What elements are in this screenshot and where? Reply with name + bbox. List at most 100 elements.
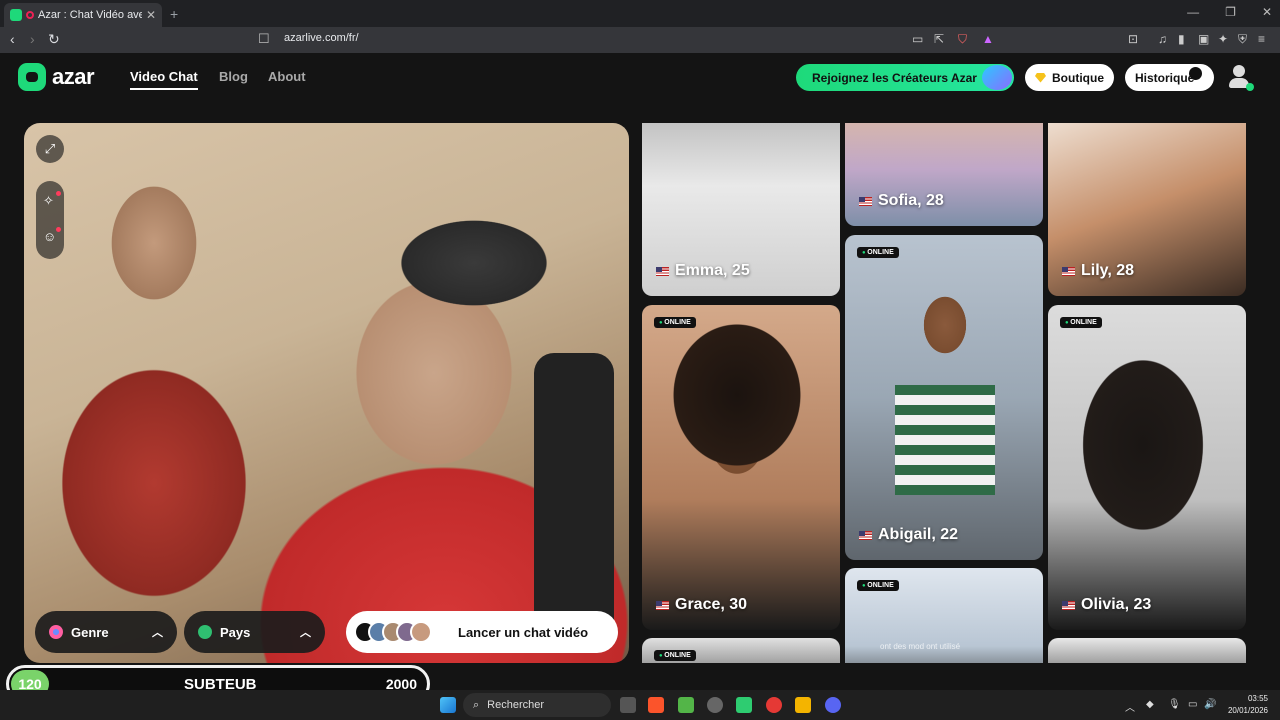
online-badge: ONLINE — [654, 650, 696, 661]
maximize-icon[interactable]: ❐ — [1225, 5, 1236, 19]
gender-filter[interactable]: Genre ︿ — [35, 611, 177, 653]
profile-card[interactable]: Lily, 28 — [1048, 123, 1246, 296]
profile-card[interactable]: ONLINE Olivia, 23 — [1048, 305, 1246, 630]
country-label: Pays — [220, 624, 251, 640]
nav-blog[interactable]: Blog — [219, 69, 248, 84]
new-tab-icon[interactable]: + — [170, 6, 178, 22]
browser-tab-bar: Azar : Chat Vidéo avec de no ✕ + — ❐ ✕ — [0, 0, 1280, 27]
globe-icon — [198, 625, 212, 639]
rewards-icon[interactable]: ▲ — [982, 32, 994, 46]
logo-text: azar — [52, 64, 95, 89]
wallet-icon[interactable]: ▣ — [1198, 32, 1209, 46]
expand-icon[interactable]: ⤢ — [36, 135, 64, 163]
tab-title: Azar : Chat Vidéo avec de no — [38, 9, 142, 21]
history-button[interactable]: Historique — [1125, 64, 1214, 91]
profile-card[interactable]: Sofia, 28 — [845, 123, 1043, 226]
url-field[interactable]: azarlive.com/fr/ — [284, 32, 359, 44]
taskbar-search[interactable]: ⌕ Rechercher — [463, 693, 611, 717]
obs-icon[interactable] — [707, 697, 723, 713]
us-flag-icon — [859, 530, 872, 540]
windows-start-icon[interactable] — [440, 697, 456, 713]
profile-avatar[interactable] — [1228, 65, 1254, 91]
app-icon[interactable] — [795, 697, 811, 713]
profile-card[interactable] — [1048, 638, 1246, 663]
close-tab-icon[interactable]: ✕ — [146, 8, 156, 22]
effects-toolbar: ✧ ☺ — [36, 181, 64, 259]
media-player-icon[interactable] — [766, 697, 782, 713]
music-icon[interactable]: ♫ — [1158, 32, 1167, 46]
window-controls: — ❐ ✕ — [1187, 5, 1272, 19]
join-creators-button[interactable]: Rejoignez les Créateurs Azar — [796, 64, 1014, 91]
azar-page: azar Video Chat Blog About Rejoignez les… — [0, 53, 1280, 690]
screenshot-icon[interactable]: ⊡ — [1128, 32, 1138, 46]
us-flag-icon — [859, 196, 872, 206]
profile-card[interactable]: ONLINE — [642, 638, 840, 663]
network-icon[interactable]: ▭ — [1188, 699, 1197, 710]
webcam-video: ⤢ ✧ ☺ — [24, 123, 629, 663]
volume-icon[interactable]: 🔊 — [1204, 699, 1216, 710]
profile-grid: Emma, 25 Sofia, 28 Lily, 28 ONLINE Grace… — [642, 123, 1246, 663]
date: 20/01/2026 — [1227, 706, 1268, 715]
us-flag-icon — [656, 266, 669, 276]
cast-icon[interactable]: ▭ — [912, 32, 923, 46]
profile-name: Emma, 25 — [656, 262, 750, 280]
caption-text: ont des mod ont utilisé — [880, 642, 961, 651]
notification-dot — [56, 227, 61, 232]
sidebar-icon[interactable]: ▮ — [1178, 32, 1185, 46]
nav-video-chat[interactable]: Video Chat — [130, 69, 198, 90]
bookmark-icon[interactable]: ☐ — [258, 31, 270, 47]
nav-about[interactable]: About — [268, 69, 306, 84]
avatar-head — [1233, 65, 1245, 77]
app-icon[interactable] — [678, 697, 694, 713]
app-icon[interactable] — [736, 697, 752, 713]
profile-card[interactable]: ONLINE Abigail, 22 — [845, 235, 1043, 560]
tray-app-icon[interactable]: ◆ — [1146, 699, 1154, 710]
azar-favicon-icon — [10, 9, 22, 21]
windows-taskbar: ⌕ Rechercher ︿ ◆ 🎙 ▭ 🔊 03:55 20/01/2026 — [0, 690, 1280, 720]
join-creators-label: Rejoignez les Créateurs Azar — [812, 70, 977, 85]
launch-label: Lancer un chat vidéo — [458, 624, 589, 640]
reload-icon[interactable]: ↻ — [48, 31, 60, 48]
avatar-stack — [354, 621, 440, 643]
magic-wand-icon[interactable]: ✧ — [43, 193, 54, 209]
vpn-icon[interactable]: ⛨ — [1238, 32, 1247, 47]
sticker-icon[interactable]: ☺ — [43, 229, 56, 244]
leo-icon[interactable]: ✦ — [1218, 32, 1228, 46]
taskbar-clock[interactable]: 03:55 20/01/2026 — [1228, 693, 1268, 717]
back-icon[interactable]: ‹ — [10, 31, 15, 47]
minimize-icon[interactable]: — — [1187, 5, 1199, 19]
diamond-icon — [1035, 72, 1046, 83]
online-badge: ONLINE — [857, 580, 899, 591]
brave-shield-icon[interactable]: ⛉ — [958, 32, 967, 47]
chevron-up-icon[interactable]: ︿ — [1125, 699, 1135, 714]
browser-tab[interactable]: Azar : Chat Vidéo avec de no ✕ — [4, 3, 162, 27]
close-window-icon[interactable]: ✕ — [1262, 5, 1272, 19]
us-flag-icon — [656, 600, 669, 610]
shop-button[interactable]: Boutique — [1025, 64, 1114, 91]
brave-browser-icon[interactable] — [648, 697, 664, 713]
discord-icon[interactable] — [825, 697, 841, 713]
clock-icon — [1189, 67, 1202, 80]
country-filter[interactable]: Pays ︿ — [184, 611, 325, 653]
azar-logo[interactable]: azar — [18, 63, 95, 91]
launch-video-chat-button[interactable]: Lancer un chat vidéo — [346, 611, 618, 653]
profile-card[interactable]: Emma, 25 — [642, 123, 840, 296]
recording-icon — [26, 11, 34, 19]
time: 03:55 — [1247, 694, 1268, 703]
task-view-icon[interactable] — [620, 697, 636, 713]
history-label: Historique — [1135, 70, 1195, 85]
us-flag-icon — [1062, 600, 1075, 610]
gender-label: Genre — [71, 624, 109, 640]
forward-icon[interactable]: › — [30, 31, 35, 47]
profile-name: Abigail, 22 — [859, 526, 958, 544]
notification-dot — [56, 191, 61, 196]
azar-logo-icon — [18, 63, 46, 91]
online-badge: ONLINE — [654, 317, 696, 328]
share-icon[interactable]: ⇱ — [934, 32, 944, 46]
menu-icon[interactable]: ≡ — [1258, 32, 1265, 46]
microphone-icon[interactable]: 🎙 — [1168, 699, 1181, 710]
search-placeholder: Rechercher — [487, 699, 545, 711]
us-flag-icon — [1062, 266, 1075, 276]
shop-label: Boutique — [1052, 70, 1104, 85]
profile-card[interactable]: ONLINE Grace, 30 — [642, 305, 840, 630]
